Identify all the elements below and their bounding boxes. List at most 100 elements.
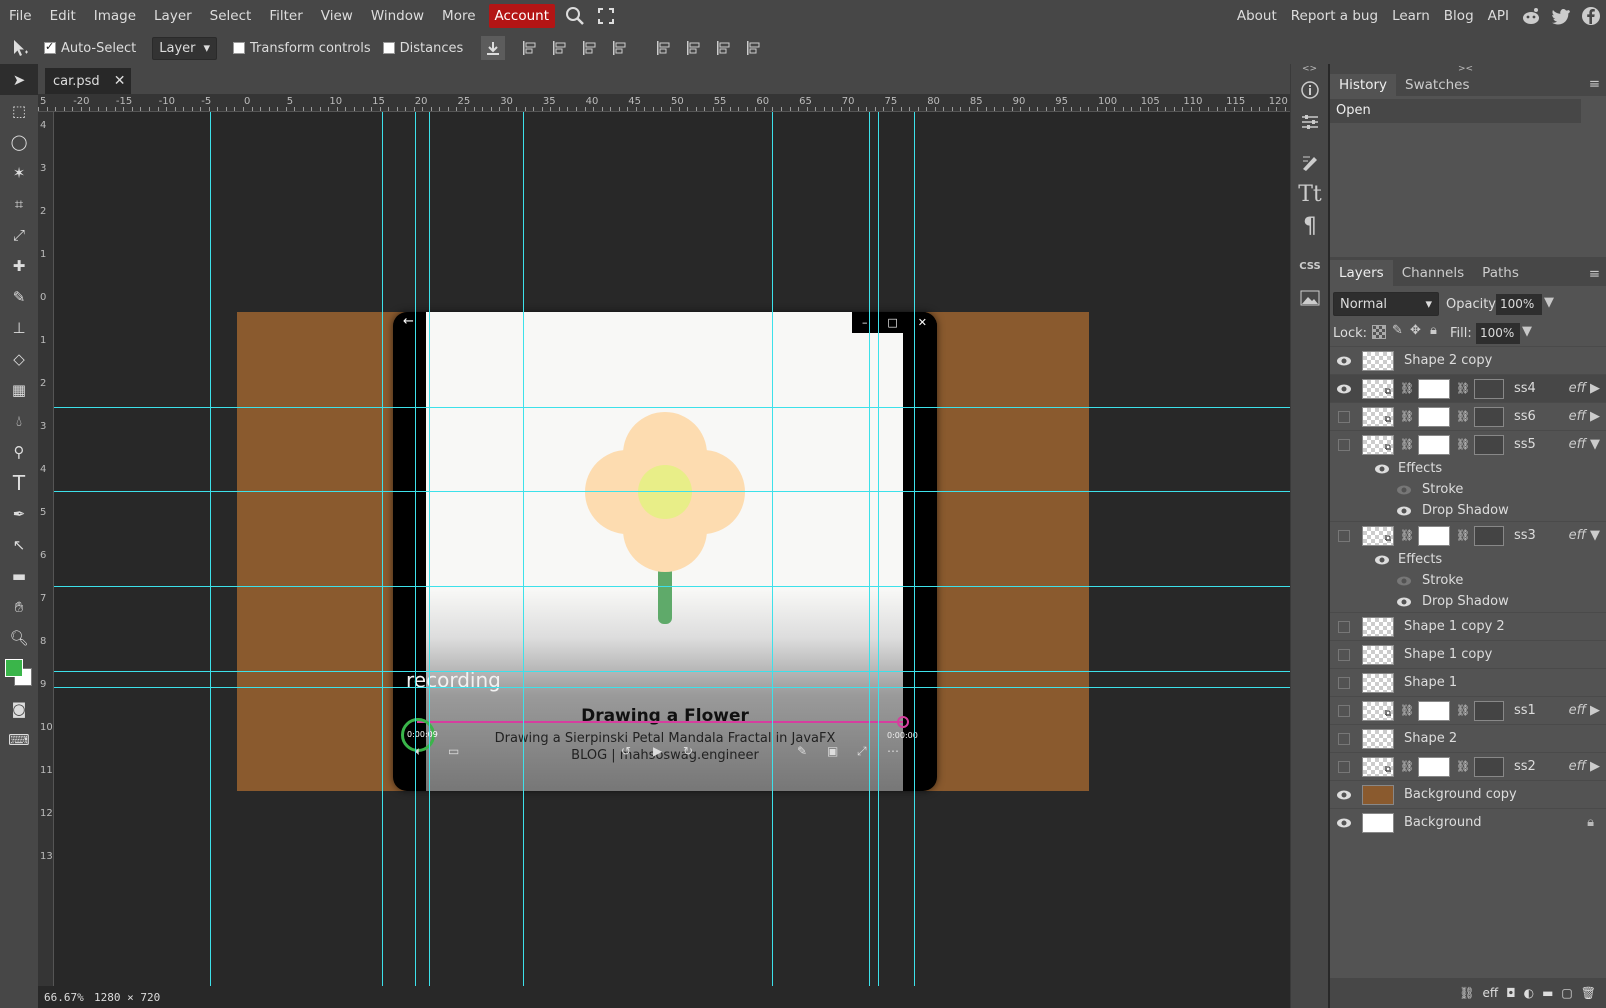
visibility-toggle[interactable] bbox=[1338, 648, 1350, 661]
effects-badge[interactable]: eff bbox=[1569, 409, 1586, 424]
type-tool-icon[interactable]: T bbox=[0, 467, 38, 498]
layer-row[interactable]: Shape 1 bbox=[1330, 668, 1606, 696]
align-center-h-icon[interactable] bbox=[551, 39, 569, 57]
guide-vertical[interactable] bbox=[523, 112, 524, 986]
align-left-icon[interactable] bbox=[521, 39, 539, 57]
link-api[interactable]: API bbox=[1481, 0, 1516, 32]
history-entry[interactable]: Open bbox=[1330, 99, 1581, 123]
guide-horizontal[interactable] bbox=[54, 687, 1290, 688]
effects-icon[interactable]: eff bbox=[1482, 986, 1498, 1000]
guide-vertical[interactable] bbox=[869, 112, 870, 986]
eraser-tool-icon[interactable]: ◇ bbox=[0, 343, 38, 374]
effects-badge[interactable]: eff bbox=[1569, 759, 1586, 774]
layer-row[interactable]: ⧉ ⛓︎ ⛓︎ ss2 eff ▶ bbox=[1330, 752, 1606, 780]
layer-row[interactable]: ⧉ ⛓︎ ⛓︎ ss5 eff ▼ bbox=[1330, 430, 1606, 458]
eye-icon[interactable] bbox=[1336, 356, 1352, 366]
guide-vertical[interactable] bbox=[772, 112, 773, 986]
pen-tool-icon[interactable]: ✒ bbox=[0, 498, 38, 529]
layer-row[interactable]: ⧉ ⛓︎ ⛓︎ ss1 eff ▶ bbox=[1330, 696, 1606, 724]
visibility-toggle[interactable] bbox=[1338, 704, 1350, 717]
guide-vertical[interactable] bbox=[210, 112, 211, 986]
twitter-icon[interactable] bbox=[1551, 7, 1571, 25]
link-report-a-bug[interactable]: Report a bug bbox=[1284, 0, 1385, 32]
hand-tool-icon[interactable]: ✋︎ bbox=[0, 591, 38, 622]
distances-checkbox[interactable]: Distances bbox=[382, 41, 463, 56]
guide-horizontal[interactable] bbox=[54, 407, 1290, 408]
tab-layers[interactable]: Layers bbox=[1330, 260, 1393, 286]
eye-icon[interactable] bbox=[1336, 790, 1352, 800]
visibility-toggle[interactable] bbox=[1338, 438, 1350, 451]
clone-stamp-tool-icon[interactable]: ⊥ bbox=[0, 312, 38, 343]
healing-tool-icon[interactable]: ✚ bbox=[0, 250, 38, 281]
fill-dropdown-icon[interactable]: ▼ bbox=[1522, 324, 1532, 339]
layer-row[interactable]: Shape 2 copy bbox=[1330, 346, 1606, 374]
menu-select[interactable]: Select bbox=[201, 0, 261, 32]
menu-view[interactable]: View bbox=[312, 0, 362, 32]
effect-item[interactable]: Drop Shadow bbox=[1330, 591, 1606, 612]
lock-pixels-icon[interactable]: ✎ bbox=[1392, 323, 1403, 338]
layer-row[interactable]: Shape 1 copy bbox=[1330, 640, 1606, 668]
effects-badge[interactable]: eff bbox=[1569, 381, 1586, 396]
chevron-right-icon[interactable]: ▶ bbox=[1590, 381, 1600, 396]
opacity-input[interactable]: 100% bbox=[1496, 294, 1542, 315]
align-right-icon[interactable] bbox=[581, 39, 599, 57]
collapse-arrows-icon[interactable]: <> bbox=[1291, 64, 1328, 74]
fill-input[interactable]: 100% bbox=[1476, 323, 1520, 344]
rectangle-tool-icon[interactable]: ▬ bbox=[0, 560, 38, 591]
layer-row[interactable]: Background copy bbox=[1330, 780, 1606, 808]
transform-controls-checkbox[interactable]: Transform controls bbox=[233, 41, 371, 56]
layer-row[interactable]: Shape 1 copy 2 bbox=[1330, 612, 1606, 640]
visibility-toggle[interactable] bbox=[1338, 760, 1350, 773]
info-icon[interactable] bbox=[1291, 74, 1329, 106]
eye-icon[interactable] bbox=[1374, 464, 1390, 474]
horizontal-ruler[interactable]: 5 -20 -15 -10 -5 0 5 10 15 20 25 30 35 40 45 50 55 60 65 70… bbox=[38, 94, 1290, 112]
lasso-tool-icon[interactable]: ◯ bbox=[0, 126, 38, 157]
guide-vertical[interactable] bbox=[878, 112, 879, 986]
marquee-tool-icon[interactable]: ⬚ bbox=[0, 95, 38, 126]
layer-row[interactable]: Shape 2 bbox=[1330, 724, 1606, 752]
download-icon[interactable] bbox=[481, 36, 506, 60]
blend-mode-select[interactable]: Normal ▾ bbox=[1333, 292, 1439, 316]
move-tool-icon[interactable]: ➤ bbox=[0, 64, 38, 95]
dodge-tool-icon[interactable]: ⚲ bbox=[0, 436, 38, 467]
eye-icon[interactable] bbox=[1374, 555, 1390, 565]
eye-icon[interactable] bbox=[1396, 506, 1412, 516]
visibility-toggle[interactable] bbox=[1338, 410, 1350, 423]
move-tool-icon[interactable] bbox=[0, 38, 40, 58]
lock-transparency-icon[interactable] bbox=[1372, 325, 1386, 339]
menu-window[interactable]: Window bbox=[362, 0, 433, 32]
panel-menu-icon[interactable]: ≡ bbox=[1589, 76, 1600, 92]
menu-layer[interactable]: Layer bbox=[145, 0, 201, 32]
keyboard-icon[interactable]: ⌨ bbox=[0, 724, 38, 755]
eye-icon[interactable] bbox=[1396, 485, 1412, 495]
path-select-tool-icon[interactable]: ↖ bbox=[0, 529, 38, 560]
adjustment-layer-icon[interactable]: ◐ bbox=[1524, 986, 1534, 1000]
zoom-tool-icon[interactable]: 🔍︎ bbox=[0, 622, 38, 653]
chevron-right-icon[interactable]: ▶ bbox=[1590, 759, 1600, 774]
tab-channels[interactable]: Channels bbox=[1393, 260, 1473, 286]
align-top-icon[interactable] bbox=[655, 39, 673, 57]
facebook-icon[interactable] bbox=[1581, 6, 1601, 26]
eye-icon[interactable] bbox=[1336, 818, 1352, 828]
guide-vertical[interactable] bbox=[429, 112, 430, 986]
align-bottom-icon[interactable] bbox=[715, 39, 733, 57]
menu-filter[interactable]: Filter bbox=[260, 0, 311, 32]
adjustments-icon[interactable] bbox=[1291, 106, 1329, 138]
menu-more[interactable]: More bbox=[433, 0, 484, 32]
guide-horizontal[interactable] bbox=[54, 586, 1290, 587]
eyedropper-tool-icon[interactable]: ⤢ bbox=[0, 219, 38, 250]
visibility-toggle[interactable] bbox=[1338, 529, 1350, 542]
tab-swatches[interactable]: Swatches bbox=[1396, 74, 1479, 96]
align-middle-v-icon[interactable] bbox=[685, 39, 703, 57]
chevron-down-icon[interactable]: ▼ bbox=[1590, 437, 1600, 452]
panel-menu-icon[interactable]: ≡ bbox=[1589, 266, 1600, 282]
search-icon[interactable] bbox=[565, 6, 585, 26]
visibility-toggle[interactable] bbox=[1338, 620, 1350, 633]
layer-select[interactable]: Layer ▾ bbox=[152, 36, 218, 60]
vertical-ruler[interactable]: 4 3 2 1 0 1 2 3 4 5 6 7 8 9 10 11 12 13 bbox=[38, 112, 54, 986]
chevron-right-icon[interactable]: ▶ bbox=[1590, 409, 1600, 424]
chevron-right-icon[interactable]: ▶ bbox=[1590, 703, 1600, 718]
new-layer-icon[interactable]: ▢ bbox=[1561, 986, 1572, 1000]
canvas-area[interactable]: ← – □ ✕ recording Drawing a Flower Drawing… bbox=[54, 112, 1290, 986]
guide-vertical[interactable] bbox=[415, 112, 416, 986]
